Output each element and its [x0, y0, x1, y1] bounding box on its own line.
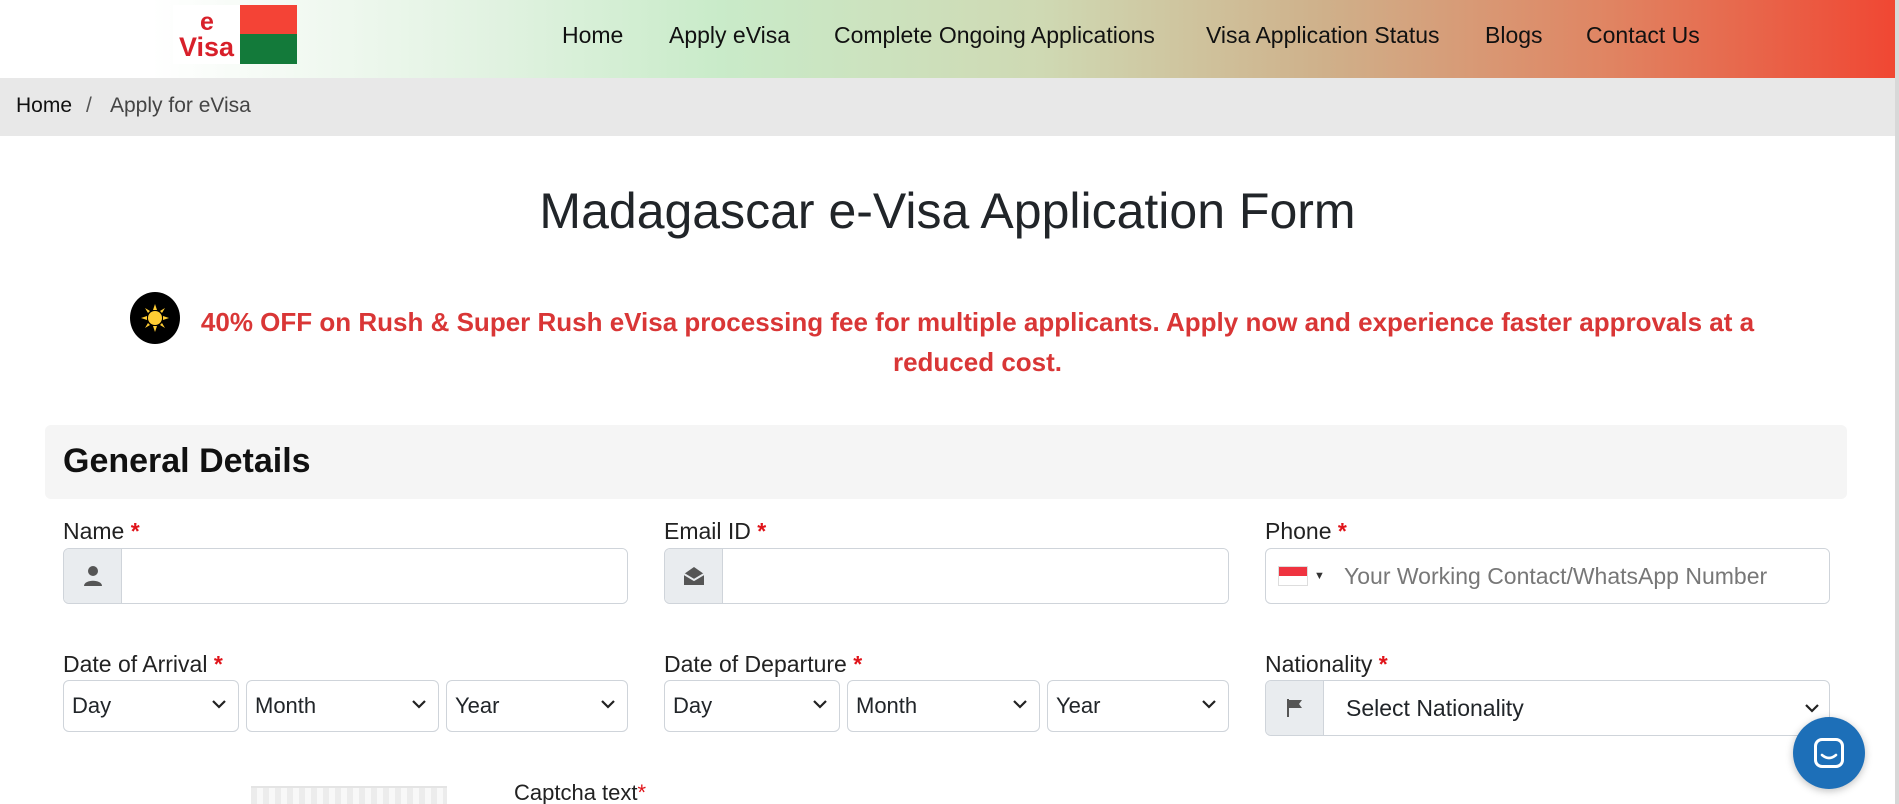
nav-complete-ongoing-applications[interactable]: Complete Ongoing Applications [834, 22, 1155, 49]
arrival-year-select[interactable]: Year [446, 680, 628, 732]
site-logo[interactable]: e Visa [173, 5, 297, 64]
required-mark: * [1378, 651, 1388, 677]
breadcrumb-current: Apply for eVisa [110, 94, 251, 117]
name-input[interactable] [122, 549, 627, 603]
site-header: e Visa Home Apply eVisa Complete Ongoing… [0, 0, 1895, 78]
required-mark: * [853, 651, 863, 677]
chat-button[interactable] [1793, 717, 1865, 789]
page-scrollbar[interactable] [1895, 0, 1899, 804]
chevron-down-icon [212, 700, 226, 709]
phone-label: Phone * [1265, 518, 1347, 544]
singapore-flag-icon [1278, 566, 1308, 586]
breadcrumb: Home / Apply for eVisa [0, 78, 1895, 136]
user-icon [64, 549, 122, 603]
departure-label: Date of Departure * [664, 651, 863, 677]
logo-text-visa: Visa [179, 32, 235, 62]
country-code-select[interactable]: ▼ [1266, 549, 1338, 603]
nav-visa-application-status[interactable]: Visa Application Status [1206, 22, 1440, 49]
nav-apply-evisa[interactable]: Apply eVisa [669, 22, 790, 49]
flag-icon [1266, 681, 1324, 735]
chat-icon [1814, 738, 1844, 768]
nationality-field: Select Nationality [1265, 680, 1830, 736]
email-field [664, 548, 1229, 604]
logo-flag [240, 5, 297, 64]
name-field [63, 548, 628, 604]
name-label: Name * [63, 518, 140, 544]
sun-icon [130, 292, 180, 344]
envelope-icon [665, 549, 723, 603]
required-mark: * [637, 780, 647, 804]
arrival-day-select[interactable]: Day [63, 680, 239, 732]
arrival-month-select[interactable]: Month [246, 680, 439, 732]
required-mark: * [130, 518, 140, 544]
nav-contact-us[interactable]: Contact Us [1586, 22, 1700, 49]
caret-down-icon: ▼ [1314, 570, 1325, 582]
chevron-down-icon [1805, 704, 1819, 713]
promo-text: 40% OFF on Rush & Super Rush eVisa proce… [200, 307, 1755, 377]
chevron-down-icon [412, 700, 426, 709]
breadcrumb-separator: / [86, 94, 92, 117]
required-mark: * [757, 518, 767, 544]
chevron-down-icon [1202, 700, 1216, 709]
departure-year-select[interactable]: Year [1047, 680, 1229, 732]
arrival-label: Date of Arrival * [63, 651, 223, 677]
breadcrumb-home[interactable]: Home [16, 94, 72, 118]
chevron-down-icon [813, 700, 827, 709]
captcha-label: Captcha text* [514, 780, 647, 804]
nationality-select[interactable]: Select Nationality [1324, 681, 1829, 735]
required-mark: * [1337, 518, 1347, 544]
chevron-down-icon [601, 700, 615, 709]
phone-field: ▼ [1265, 548, 1830, 604]
section-title: General Details [63, 442, 311, 480]
required-mark: * [213, 651, 223, 677]
nav-blogs[interactable]: Blogs [1485, 22, 1543, 49]
general-details-section: General Details [45, 425, 1847, 499]
departure-day-select[interactable]: Day [664, 680, 840, 732]
page-title: Madagascar e-Visa Application Form [539, 183, 1356, 239]
email-input[interactable] [723, 549, 1228, 603]
captcha-image [251, 786, 447, 804]
departure-month-select[interactable]: Month [847, 680, 1040, 732]
phone-input[interactable] [1338, 549, 1829, 603]
chevron-down-icon [1013, 700, 1027, 709]
nationality-label: Nationality * [1265, 651, 1388, 677]
nav-home[interactable]: Home [562, 22, 623, 49]
email-label: Email ID * [664, 518, 767, 544]
